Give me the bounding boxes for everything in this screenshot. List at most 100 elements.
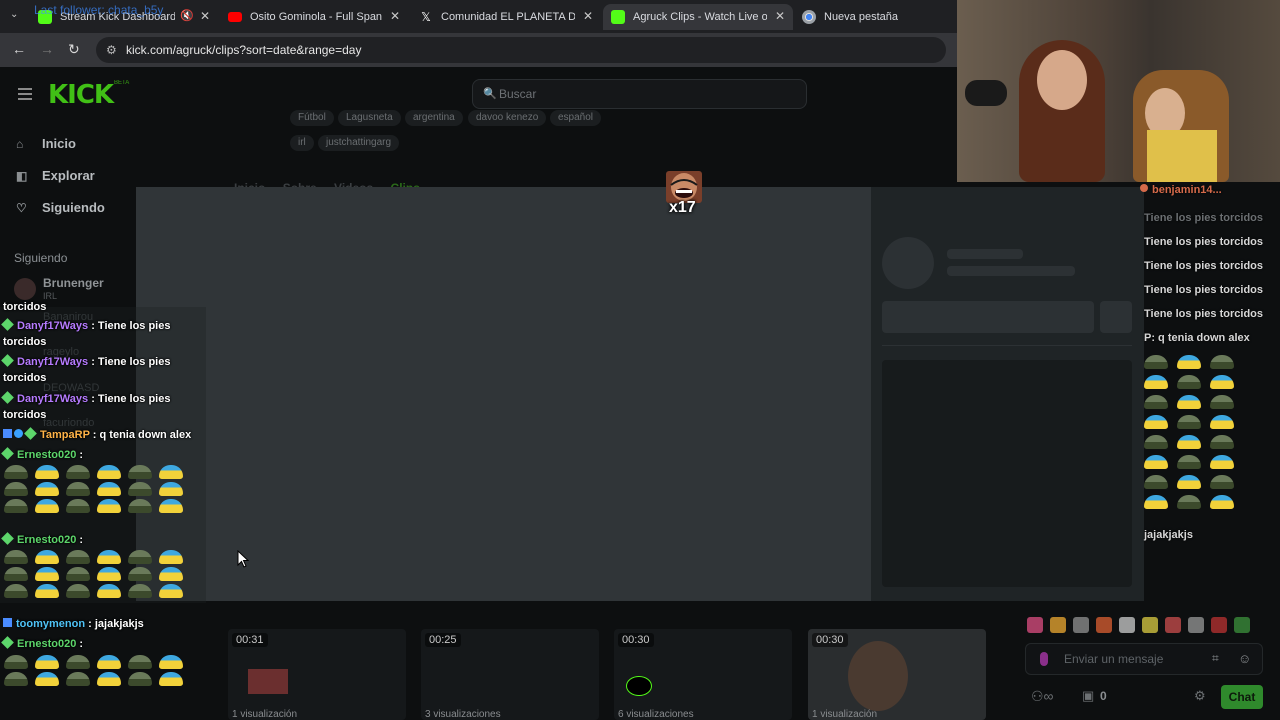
pepe-emote-icon <box>4 655 28 669</box>
chat-text: jajakjakjs <box>1144 529 1193 541</box>
nav-siguiendo[interactable]: ♡ Siguiendo <box>16 200 105 215</box>
emoji-icon[interactable]: ☺ <box>1238 651 1251 666</box>
pepe-emote-icon <box>1144 355 1168 369</box>
emote-picker-icon[interactable] <box>1027 617 1043 633</box>
emote-picker-icon[interactable] <box>1096 617 1112 633</box>
close-icon[interactable]: ✕ <box>583 9 593 23</box>
tag[interactable]: Fútbol <box>290 110 334 126</box>
search-input[interactable]: 🔍 Buscar <box>472 79 807 109</box>
clip-card[interactable]: 00:30 1 visualización <box>808 629 986 720</box>
clip-modal <box>136 187 1144 601</box>
nav-explorar[interactable]: ◧ Explorar <box>16 168 95 183</box>
emote-alert: x17 <box>665 171 703 219</box>
pepe-emote-icon <box>1144 455 1168 469</box>
emote-picker-icon[interactable] <box>1142 617 1158 633</box>
chat-username: Ernesto020 <box>17 449 77 461</box>
pepe-emote-icon <box>1210 395 1234 409</box>
pepe-emote-icon <box>35 567 59 581</box>
tab-list-chevron-icon[interactable]: ⌄ <box>10 9 18 20</box>
pepe-emote-icon <box>1210 415 1234 429</box>
chat-message-input[interactable]: Enviar un mensaje ⌗ ☺ <box>1025 643 1263 675</box>
tab-nueva-pestana[interactable]: Nueva pestaña <box>794 4 944 30</box>
pepe-emote-icon <box>4 567 28 581</box>
nav-inicio[interactable]: ⌂ Inicio <box>16 136 76 151</box>
chat-username: Danyf17Ways <box>17 356 89 368</box>
muted-speaker-icon[interactable]: 🔇 <box>180 9 194 22</box>
clip-card[interactable]: 00:30 6 visualizaciones <box>614 629 792 720</box>
back-icon[interactable]: ← <box>12 41 26 57</box>
tab-agruck-clips[interactable]: Agruck Clips - Watch Live on Ki ✕ <box>603 4 793 30</box>
tag[interactable]: davoo kenezo <box>468 110 547 126</box>
pepe-emote-icon <box>35 499 59 513</box>
gift-icon[interactable]: ▣ <box>1082 688 1094 704</box>
reload-icon[interactable]: ↻ <box>68 41 80 58</box>
microphone-icon <box>1040 652 1048 666</box>
site-settings-icon[interactable]: ⚙ <box>106 43 117 57</box>
search-icon: 🔍 <box>483 88 497 100</box>
chat-separator: : <box>88 618 92 630</box>
pepe-emote-icon <box>128 672 152 686</box>
chat-text: Tiene los pies torcidos <box>1144 212 1263 224</box>
tag[interactable]: argentina <box>405 110 463 126</box>
chat-username: Danyf17Ways <box>17 393 89 405</box>
address-bar-row: ← → ↻ ⚙ kick.com/agruck/clips?sort=date&… <box>0 33 957 67</box>
clip-card[interactable]: 00:31 1 visualización <box>228 629 406 720</box>
title-skeleton <box>947 249 1023 259</box>
tab-stream-dashboard[interactable]: Stream Kick Dashboard 🔇 ✕ Last follower:… <box>30 3 218 30</box>
pepe-emote-icon <box>66 465 90 479</box>
nav-label: Inicio <box>42 136 76 151</box>
emote-picker-icon[interactable] <box>1211 617 1227 633</box>
tag[interactable]: justchattingarg <box>318 135 400 151</box>
pepe-emote-icon <box>35 672 59 686</box>
kick-beta-badge: BETA <box>114 80 130 86</box>
pepe-emote-icon <box>66 584 90 598</box>
tag[interactable]: Lagusneta <box>338 110 401 126</box>
pepe-emote-icon <box>1210 355 1234 369</box>
tab-osito-gominola[interactable]: Osito Gominola - Full Spanish V ✕ <box>220 4 408 30</box>
clip-card[interactable]: 00:25 3 visualizaciones <box>421 629 599 720</box>
clip-views: 6 visualizaciones <box>618 709 694 720</box>
webcam-feed <box>957 0 1280 182</box>
emote-picker-icon[interactable] <box>1165 617 1181 633</box>
clip-video-player[interactable] <box>136 187 871 601</box>
emote-picker-icon[interactable] <box>1119 617 1135 633</box>
kick-icon <box>626 676 652 696</box>
close-icon[interactable]: ✕ <box>775 9 785 23</box>
close-icon[interactable]: ✕ <box>390 9 400 23</box>
pepe-emote-icon <box>66 672 90 686</box>
emote-picker-icon[interactable] <box>1073 617 1089 633</box>
url-text: kick.com/agruck/clips?sort=date&range=da… <box>126 43 362 57</box>
emote-picker-icon[interactable] <box>1050 617 1066 633</box>
pepe-emote-icon <box>1177 395 1201 409</box>
hamburger-menu-icon[interactable] <box>18 88 32 100</box>
url-field[interactable]: ⚙ kick.com/agruck/clips?sort=date&range=… <box>96 37 946 63</box>
tag[interactable]: irl <box>290 135 314 151</box>
emote-picker-icon[interactable] <box>1234 617 1250 633</box>
chat-text: Tiene los pies torcidos <box>1144 284 1263 296</box>
clip-views: 1 visualización <box>812 709 878 720</box>
tab-comunidad[interactable]: 𝕏 Comunidad EL PLANETA DE LO ✕ <box>411 4 601 30</box>
pepe-emote-icon <box>1177 475 1201 489</box>
pepe-emote-icon <box>128 482 152 496</box>
close-icon[interactable]: ✕ <box>200 9 210 23</box>
settings-gear-icon[interactable]: ⚙ <box>1194 688 1206 704</box>
send-chat-button[interactable]: Chat <box>1221 685 1263 709</box>
chat-message: toomymenon : jajakjakjs <box>3 616 203 632</box>
pepe-emote-icon <box>66 550 90 564</box>
tag[interactable]: español <box>550 110 602 126</box>
forward-icon[interactable]: → <box>40 41 54 57</box>
pepe-emote-icon <box>97 672 121 686</box>
pepe-emote-icon <box>35 465 59 479</box>
chat-username: Ernesto020 <box>17 534 77 546</box>
chat-text: torcidos <box>3 301 47 313</box>
emote-picker-icon[interactable] <box>1188 617 1204 633</box>
chat-text: Tiene los pies torcidos <box>1144 308 1263 320</box>
kick-logo[interactable]: KICK <box>48 80 114 110</box>
pepe-emote-icon <box>1210 435 1234 449</box>
pepe-emote-icon <box>159 672 183 686</box>
commands-icon[interactable]: ⌗ <box>1212 651 1219 666</box>
pepe-emote-icon <box>159 584 183 598</box>
pepe-emote-icon <box>128 567 152 581</box>
subtitle-skeleton <box>947 266 1075 276</box>
heart-icon: ♡ <box>16 200 27 215</box>
